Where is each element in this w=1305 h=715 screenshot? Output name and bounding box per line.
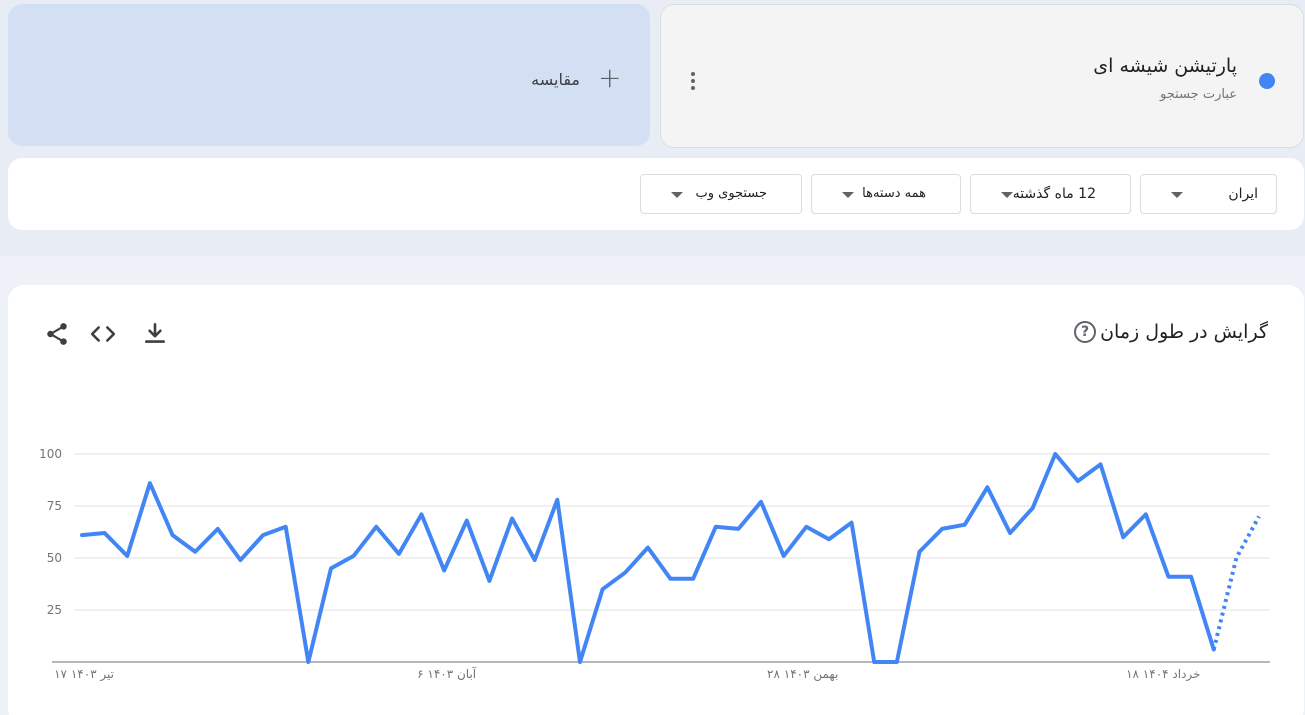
term-color-dot (1259, 73, 1275, 89)
region-dropdown[interactable]: ایران (1140, 174, 1277, 214)
category-label: همه دسته‌ها (862, 186, 926, 201)
chevron-down-icon (671, 192, 683, 198)
time-range-dropdown[interactable]: 12 ماه گذشته (970, 174, 1131, 214)
region-label: ایران (1228, 186, 1258, 202)
search-type-label: جستجوی وب (695, 186, 768, 201)
search-term-title: پارتیشن شیشه ای (1093, 55, 1237, 77)
time-range-label: 12 ماه گذشته (1012, 186, 1096, 202)
interest-over-time-card: گرایش در طول زمان ? 25 50 75 100 ۱۷ تیر ۱۴۰۳… (8, 285, 1304, 715)
y-tick-label: 50 (47, 551, 62, 565)
x-tick-label: ۶ آبان ۱۴۰۳ (417, 666, 477, 681)
y-tick-label: 75 (47, 499, 62, 513)
more-vert-icon[interactable] (681, 65, 705, 97)
compare-button[interactable]: + مقایسه (8, 4, 650, 146)
x-tick-label: ۲۸ بهمن ۱۴۰۳ (767, 667, 838, 682)
line-chart: 25 50 75 100 ۱۷ تیر ۱۴۰۳ ۶ آبان ۱۴۰۳ ۲۸ بهمن ۱… (39, 447, 1270, 682)
search-type-dropdown[interactable]: جستجوی وب (640, 174, 802, 214)
filter-bar: ایران 12 ماه گذشته همه دسته‌ها جستجوی وب (8, 158, 1304, 230)
x-tick-label: ۱۸ خرداد ۱۴۰۴ (1126, 667, 1200, 682)
search-term-card[interactable]: پارتیشن شیشه ای عبارت جستجو (660, 4, 1304, 148)
chevron-down-icon (842, 192, 854, 198)
y-tick-label: 100 (39, 447, 62, 461)
plus-icon: + (598, 61, 622, 94)
search-term-type: عبارت جستجو (1160, 87, 1237, 102)
series-line-partial (1211, 515, 1261, 651)
x-tick-label: ۱۷ تیر ۱۴۰۳ (54, 667, 114, 682)
category-dropdown[interactable]: همه دسته‌ها (811, 174, 961, 214)
chevron-down-icon (1001, 192, 1013, 198)
chevron-down-icon (1171, 192, 1183, 198)
compare-label: مقایسه (531, 70, 580, 89)
y-tick-label: 25 (47, 603, 62, 617)
